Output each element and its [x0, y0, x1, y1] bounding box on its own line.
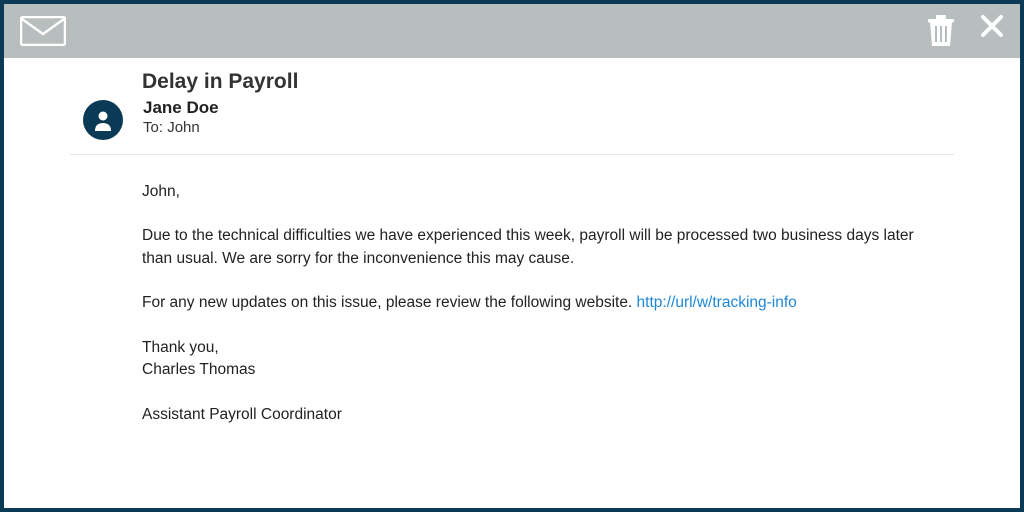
email-subject: Delay in Payroll: [142, 70, 954, 94]
header-bar: [4, 4, 1020, 58]
envelope-icon[interactable]: [20, 16, 66, 46]
greeting: John,: [142, 181, 932, 203]
email-content: Delay in Payroll Jane Doe To: John Joh: [4, 58, 1020, 508]
body-paragraph-2: For any new updates on this issue, pleas…: [142, 292, 932, 314]
recipient-name: John: [167, 119, 200, 136]
email-window: Delay in Payroll Jane Doe To: John Joh: [0, 0, 1024, 512]
body-p2-prefix: For any new updates on this issue, pleas…: [142, 294, 637, 311]
signer-name: Charles Thomas: [142, 359, 932, 381]
signoff: Thank you, Charles Thomas: [142, 337, 932, 382]
trash-icon[interactable]: [926, 14, 956, 48]
tracking-link[interactable]: http://url/w/tracking-info: [637, 294, 797, 311]
sender-name: Jane Doe: [143, 98, 219, 118]
header-left: [20, 16, 66, 46]
sender-meta: Jane Doe To: John: [143, 98, 219, 136]
email-body: John, Due to the technical difficulties …: [142, 181, 932, 426]
header-right: [926, 14, 1004, 48]
avatar[interactable]: [83, 100, 123, 140]
thank-you: Thank you,: [142, 337, 932, 359]
signer-title: Assistant Payroll Coordinator: [142, 404, 932, 426]
person-icon: [93, 109, 113, 131]
body-paragraph-1: Due to the technical difficulties we hav…: [142, 225, 932, 270]
close-icon[interactable]: [980, 14, 1004, 44]
to-line: To: John: [143, 119, 219, 136]
to-label: To:: [143, 119, 163, 136]
sender-row: Jane Doe To: John: [70, 98, 954, 155]
